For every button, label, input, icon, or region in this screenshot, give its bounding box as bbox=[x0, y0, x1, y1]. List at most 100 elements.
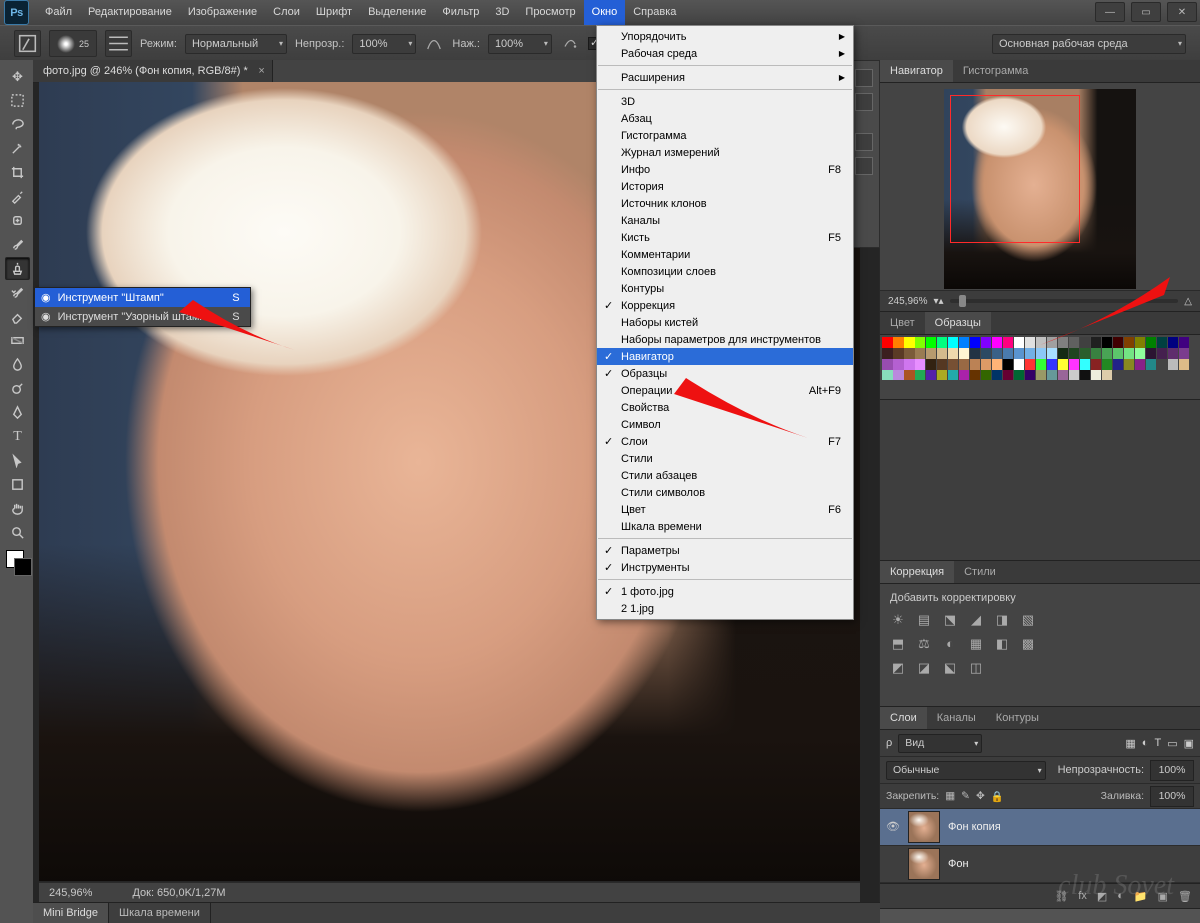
swatch[interactable] bbox=[1080, 348, 1090, 358]
tool-heal[interactable] bbox=[5, 209, 30, 232]
swatch[interactable] bbox=[915, 348, 925, 358]
menu-item[interactable]: ✓Коррекция bbox=[597, 297, 853, 314]
visibility-icon[interactable] bbox=[886, 857, 900, 871]
swatch[interactable] bbox=[1058, 359, 1068, 369]
brush-icon[interactable] bbox=[855, 157, 873, 175]
layer-name[interactable]: Фон bbox=[948, 858, 969, 870]
zoom-out-icon[interactable]: ▾▴ bbox=[933, 296, 943, 307]
lock-all-icon[interactable]: 🔒 bbox=[991, 790, 1004, 803]
swatch[interactable] bbox=[937, 348, 947, 358]
tool-crop[interactable] bbox=[5, 161, 30, 184]
tool-brush[interactable] bbox=[5, 233, 30, 256]
menu-item[interactable]: Стили bbox=[597, 450, 853, 467]
swatch[interactable] bbox=[1102, 348, 1112, 358]
swatch[interactable] bbox=[893, 359, 903, 369]
swatches-grid[interactable] bbox=[880, 335, 1200, 399]
swatch[interactable] bbox=[1014, 359, 1024, 369]
menu-файл[interactable]: Файл bbox=[37, 0, 80, 25]
navigator-zoom-slider[interactable] bbox=[950, 299, 1179, 303]
swatch[interactable] bbox=[882, 348, 892, 358]
filter-smart-icon[interactable]: ▣ bbox=[1184, 737, 1194, 750]
swatch[interactable] bbox=[1135, 359, 1145, 369]
swatch[interactable] bbox=[926, 348, 936, 358]
window-close[interactable]: ✕ bbox=[1167, 2, 1197, 22]
navigator-view-rect[interactable] bbox=[950, 95, 1080, 243]
swatch[interactable] bbox=[1003, 370, 1013, 380]
swatch[interactable] bbox=[1047, 359, 1057, 369]
swatch[interactable] bbox=[1058, 348, 1068, 358]
menu-item[interactable]: ✓Образцы bbox=[597, 365, 853, 382]
swatch[interactable] bbox=[1080, 359, 1090, 369]
swatch[interactable] bbox=[926, 370, 936, 380]
layer-fill-input[interactable] bbox=[1150, 786, 1194, 807]
swatch[interactable] bbox=[1135, 337, 1145, 347]
filter-adj-icon[interactable]: ◐ bbox=[1142, 737, 1149, 749]
menu-item[interactable]: ✓Навигатор bbox=[597, 348, 853, 365]
swatch[interactable] bbox=[1168, 337, 1178, 347]
status-zoom[interactable]: 245,96% bbox=[49, 887, 92, 899]
swatch[interactable] bbox=[926, 359, 936, 369]
swatch[interactable] bbox=[1124, 359, 1134, 369]
tab-styles[interactable]: Стили bbox=[954, 561, 1006, 583]
menu-item[interactable]: История bbox=[597, 178, 853, 195]
swatch[interactable] bbox=[1025, 359, 1035, 369]
menu-item[interactable]: Комментарии bbox=[597, 246, 853, 263]
tab-swatches[interactable]: Образцы bbox=[925, 312, 991, 334]
menu-item[interactable]: Расширения bbox=[597, 69, 853, 86]
menu-окно[interactable]: Окно bbox=[584, 0, 626, 25]
zoom-in-icon[interactable]: △ bbox=[1184, 296, 1192, 307]
swatch[interactable] bbox=[1036, 337, 1046, 347]
swatch[interactable] bbox=[904, 370, 914, 380]
swatch[interactable] bbox=[904, 337, 914, 347]
tool-wand[interactable] bbox=[5, 137, 30, 160]
swatch[interactable] bbox=[1003, 359, 1013, 369]
swatch[interactable] bbox=[992, 348, 1002, 358]
tool-gradient[interactable] bbox=[5, 329, 30, 352]
filter-shape-icon[interactable]: ▭ bbox=[1167, 737, 1177, 750]
navigator-thumbnail[interactable] bbox=[944, 89, 1136, 289]
swatch[interactable] bbox=[915, 359, 925, 369]
swatch[interactable] bbox=[948, 337, 958, 347]
tool-path-select[interactable] bbox=[5, 449, 30, 472]
history-icon[interactable] bbox=[855, 69, 873, 87]
swatch[interactable] bbox=[1014, 348, 1024, 358]
menu-item[interactable]: ✓1 фото.jpg bbox=[597, 583, 853, 600]
swatch[interactable] bbox=[1069, 370, 1079, 380]
tool-move[interactable]: ✥ bbox=[5, 65, 30, 88]
actions-icon[interactable] bbox=[855, 93, 873, 111]
lock-trans-icon[interactable]: ▦ bbox=[945, 790, 955, 802]
swatch[interactable] bbox=[1058, 370, 1068, 380]
menu-справка[interactable]: Справка bbox=[625, 0, 684, 25]
menu-item[interactable]: Контуры bbox=[597, 280, 853, 297]
tool-eraser[interactable] bbox=[5, 305, 30, 328]
swatch[interactable] bbox=[948, 370, 958, 380]
tab-layers[interactable]: Слои bbox=[880, 707, 927, 729]
swatch[interactable] bbox=[1113, 348, 1123, 358]
menu-item[interactable]: Символ bbox=[597, 416, 853, 433]
swatch[interactable] bbox=[1135, 348, 1145, 358]
swatch[interactable] bbox=[1102, 359, 1112, 369]
swatch[interactable] bbox=[970, 359, 980, 369]
menu-item[interactable]: 2 1.jpg bbox=[597, 600, 853, 617]
properties-icon[interactable] bbox=[855, 133, 873, 151]
menu-item[interactable]: Стили символов bbox=[597, 484, 853, 501]
swatch[interactable] bbox=[959, 370, 969, 380]
tab-channels[interactable]: Каналы bbox=[927, 707, 986, 729]
swatch[interactable] bbox=[992, 370, 1002, 380]
swatch[interactable] bbox=[1036, 359, 1046, 369]
swatch[interactable] bbox=[948, 359, 958, 369]
swatch[interactable] bbox=[1091, 359, 1101, 369]
swatch[interactable] bbox=[959, 348, 969, 358]
swatch[interactable] bbox=[915, 337, 925, 347]
menu-редактирование[interactable]: Редактирование bbox=[80, 0, 180, 25]
menu-item[interactable]: Абзац bbox=[597, 110, 853, 127]
swatch[interactable] bbox=[893, 348, 903, 358]
swatch[interactable] bbox=[1091, 370, 1101, 380]
window-maximize[interactable]: ▭ bbox=[1131, 2, 1161, 22]
menu-item[interactable]: КистьF5 bbox=[597, 229, 853, 246]
swatch[interactable] bbox=[893, 337, 903, 347]
swatch[interactable] bbox=[893, 370, 903, 380]
swatch[interactable] bbox=[1157, 337, 1167, 347]
menu-item[interactable]: Свойства bbox=[597, 399, 853, 416]
layer-opacity-input[interactable] bbox=[1150, 760, 1194, 781]
